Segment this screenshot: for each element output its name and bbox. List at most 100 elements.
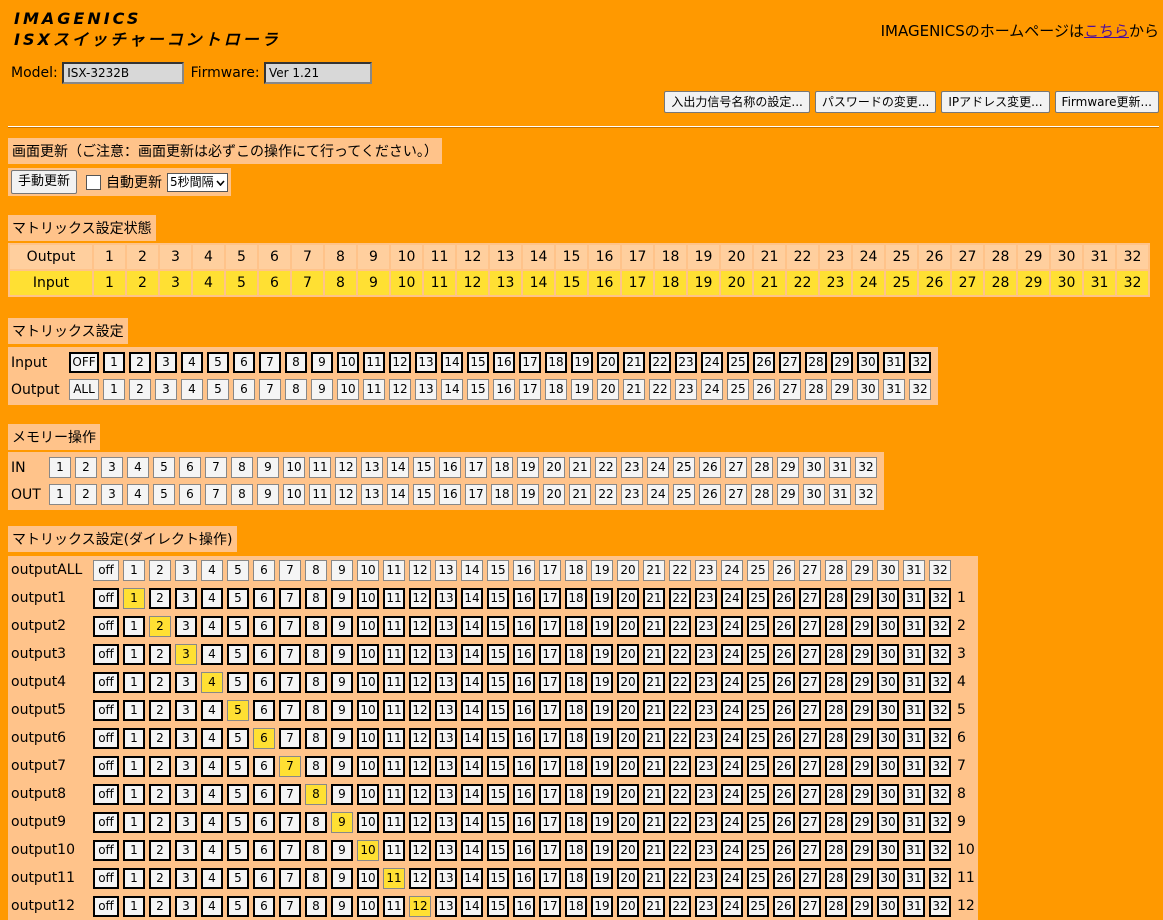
- direct-input-button[interactable]: 20: [617, 867, 639, 889]
- direct-input-button[interactable]: 5: [227, 755, 249, 777]
- direct-input-button[interactable]: 5: [227, 587, 249, 609]
- direct-input-button[interactable]: 8: [305, 699, 327, 721]
- memory-in-button[interactable]: 25: [673, 457, 695, 478]
- direct-input-button[interactable]: 6: [253, 811, 275, 833]
- direct-input-button[interactable]: 17: [539, 867, 561, 889]
- direct-input-button[interactable]: 13: [435, 811, 457, 833]
- direct-input-button[interactable]: 23: [695, 839, 717, 861]
- direct-input-button[interactable]: 16: [513, 895, 535, 917]
- direct-input-button[interactable]: 10: [357, 699, 379, 721]
- input-select-button[interactable]: 9: [311, 352, 333, 373]
- direct-input-button[interactable]: 8: [305, 811, 327, 833]
- direct-input-button[interactable]: 29: [851, 811, 873, 833]
- direct-input-button[interactable]: 29: [851, 699, 873, 721]
- direct-input-button[interactable]: 2: [149, 783, 171, 805]
- direct-input-button[interactable]: 9: [331, 867, 353, 889]
- direct-input-button[interactable]: 6: [253, 671, 275, 693]
- memory-in-button[interactable]: 29: [777, 457, 799, 478]
- memory-out-button[interactable]: 31: [829, 484, 851, 505]
- direct-input-button[interactable]: 9: [331, 727, 353, 749]
- direct-input-button[interactable]: 9: [331, 895, 353, 917]
- direct-input-button[interactable]: 31: [903, 783, 925, 805]
- direct-input-button[interactable]: 19: [591, 783, 613, 805]
- memory-in-button[interactable]: 17: [465, 457, 487, 478]
- direct-input-button[interactable]: 18: [565, 587, 587, 609]
- direct-input-button[interactable]: 24: [721, 839, 743, 861]
- direct-input-button[interactable]: 18: [565, 783, 587, 805]
- memory-out-button[interactable]: 2: [75, 484, 97, 505]
- direct-input-button[interactable]: 4: [201, 727, 223, 749]
- direct-input-button[interactable]: 20: [617, 839, 639, 861]
- memory-in-button[interactable]: 16: [439, 457, 461, 478]
- direct-input-button[interactable]: 19: [591, 615, 613, 637]
- direct-input-button[interactable]: 14: [461, 895, 483, 917]
- direct-input-button[interactable]: 31: [903, 811, 925, 833]
- input-select-button[interactable]: 25: [727, 352, 749, 373]
- output-select-button[interactable]: 18: [545, 379, 567, 400]
- direct-input-button[interactable]: 29: [851, 895, 873, 917]
- direct-input-button[interactable]: 26: [773, 727, 795, 749]
- direct-input-button[interactable]: 16: [513, 783, 535, 805]
- direct-input-button[interactable]: 31: [903, 895, 925, 917]
- memory-in-button[interactable]: 18: [491, 457, 513, 478]
- output-select-button[interactable]: 2: [129, 379, 151, 400]
- memory-out-button[interactable]: 13: [361, 484, 383, 505]
- direct-input-button[interactable]: 5: [227, 643, 249, 665]
- direct-input-button[interactable]: 13: [435, 727, 457, 749]
- direct-input-button-selected[interactable]: 11: [383, 867, 405, 889]
- direct-input-button[interactable]: 12: [409, 755, 431, 777]
- direct-input-button[interactable]: 22: [669, 587, 691, 609]
- firmware-update-button[interactable]: Firmware更新...: [1054, 91, 1159, 113]
- direct-input-button[interactable]: 13: [435, 699, 457, 721]
- direct-input-button[interactable]: 22: [669, 671, 691, 693]
- direct-input-button[interactable]: 3: [175, 727, 197, 749]
- direct-input-button[interactable]: 26: [773, 587, 795, 609]
- direct-input-button[interactable]: 25: [747, 895, 769, 917]
- direct-input-button[interactable]: 8: [305, 671, 327, 693]
- input-select-button[interactable]: 28: [805, 352, 827, 373]
- direct-input-button[interactable]: 16: [513, 727, 535, 749]
- direct-input-button[interactable]: 7: [279, 587, 301, 609]
- direct-input-button[interactable]: 5: [227, 727, 249, 749]
- direct-input-button[interactable]: 23: [695, 699, 717, 721]
- direct-input-button[interactable]: 28: [825, 643, 847, 665]
- direct-input-button[interactable]: 7: [279, 727, 301, 749]
- direct-input-button[interactable]: 4: [201, 839, 223, 861]
- direct-input-button[interactable]: 22: [669, 811, 691, 833]
- output-all-input-button[interactable]: 19: [591, 559, 613, 581]
- output-all-input-button[interactable]: 18: [565, 559, 587, 581]
- output-select-button[interactable]: 7: [259, 379, 281, 400]
- direct-input-button[interactable]: 32: [929, 811, 951, 833]
- direct-input-button[interactable]: 26: [773, 867, 795, 889]
- memory-out-button[interactable]: 6: [179, 484, 201, 505]
- direct-input-button[interactable]: 13: [435, 615, 457, 637]
- direct-input-button[interactable]: 30: [877, 867, 899, 889]
- output-all-input-button[interactable]: 13: [435, 559, 457, 581]
- input-select-button[interactable]: 18: [545, 352, 567, 373]
- output-all-input-button[interactable]: 26: [773, 559, 795, 581]
- input-select-button[interactable]: 10: [337, 352, 359, 373]
- input-select-button[interactable]: 16: [493, 352, 515, 373]
- direct-input-button[interactable]: 11: [383, 727, 405, 749]
- direct-input-button[interactable]: 13: [435, 867, 457, 889]
- direct-input-button[interactable]: 2: [149, 699, 171, 721]
- direct-input-button[interactable]: 20: [617, 783, 639, 805]
- output-select-button[interactable]: 8: [285, 379, 307, 400]
- direct-input-button[interactable]: 15: [487, 839, 509, 861]
- direct-input-button[interactable]: 14: [461, 587, 483, 609]
- password-change-button[interactable]: パスワードの変更...: [814, 91, 937, 113]
- direct-input-button[interactable]: 6: [253, 783, 275, 805]
- direct-input-button[interactable]: 14: [461, 783, 483, 805]
- direct-input-button[interactable]: 30: [877, 811, 899, 833]
- direct-input-button[interactable]: 16: [513, 811, 535, 833]
- memory-out-button[interactable]: 29: [777, 484, 799, 505]
- output-select-button[interactable]: 28: [805, 379, 827, 400]
- direct-input-button[interactable]: 29: [851, 867, 873, 889]
- memory-in-button[interactable]: 15: [413, 457, 435, 478]
- direct-input-button[interactable]: 6: [253, 895, 275, 917]
- memory-out-button[interactable]: 12: [335, 484, 357, 505]
- output-select-button[interactable]: 6: [233, 379, 255, 400]
- input-select-button[interactable]: 1: [103, 352, 125, 373]
- direct-input-button[interactable]: 18: [565, 699, 587, 721]
- direct-input-button[interactable]: 28: [825, 699, 847, 721]
